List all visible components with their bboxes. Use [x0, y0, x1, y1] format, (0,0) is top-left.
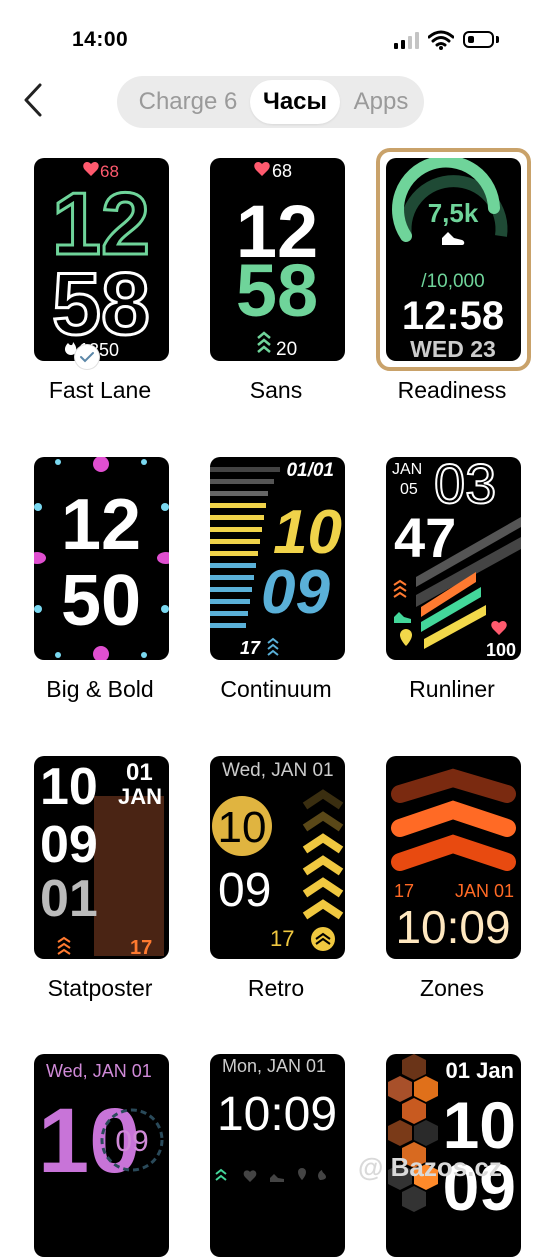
minute: 09	[40, 816, 98, 874]
floors: 17	[130, 937, 152, 959]
floors: 20	[276, 339, 297, 360]
tab-watches[interactable]: Часы	[250, 80, 340, 124]
second: 01	[40, 870, 98, 928]
watermark: @ Bazos.cz	[358, 1152, 502, 1182]
date: Wed, JAN 01	[222, 760, 334, 781]
watchface-name: Retro	[247, 975, 305, 1001]
watchface-preview: 68 12 12 58 58 1350	[34, 158, 169, 361]
heart-icon	[243, 1170, 257, 1182]
minute: 09	[261, 558, 330, 627]
day: 05	[400, 481, 418, 498]
watchface-name: Big & Bold	[46, 676, 154, 702]
floors: 17	[240, 638, 261, 658]
watchface-preview: 12 50	[34, 457, 169, 660]
signal-icon	[394, 31, 420, 49]
watchface-preview: 68 12 58 20	[210, 158, 345, 361]
date: JAN 01	[455, 881, 514, 901]
watchface-preview: Mon, JAN 01 10:09	[210, 1054, 345, 1257]
battery-icon	[463, 31, 494, 48]
back-icon[interactable]	[20, 82, 50, 118]
watchface-preview: 01/01 10 09 17	[210, 457, 345, 660]
tab-charge6[interactable]: Charge 6	[123, 76, 253, 128]
hexagons-decoration	[388, 1054, 438, 1212]
minute: 09	[115, 1125, 148, 1158]
date: 01 Jan	[446, 1058, 515, 1083]
floors-icon	[267, 637, 279, 656]
shoe-icon	[270, 1174, 284, 1182]
minute: 09	[218, 864, 271, 917]
location-icon	[400, 629, 412, 646]
minute: 47	[394, 506, 456, 569]
date: Mon, JAN 01	[222, 1056, 326, 1076]
heart-icon	[491, 620, 507, 635]
minute: 58	[236, 249, 318, 332]
date: Wed, JAN 01	[46, 1061, 152, 1081]
day: 01	[126, 759, 153, 786]
watchface-preview: 17 JAN 01 10:09	[386, 756, 521, 959]
steps: 7,5k	[428, 198, 479, 228]
watchface-preview: Wed, JAN 01 10 09 17	[210, 756, 345, 959]
hour: 10	[273, 498, 342, 567]
time: 10:09	[395, 901, 510, 953]
floors-icon	[393, 579, 407, 598]
month: JAN	[118, 784, 162, 809]
time: 10:09	[217, 1088, 337, 1141]
floors-icon	[57, 936, 71, 955]
floors-icon	[215, 1168, 227, 1181]
wifi-icon	[428, 30, 454, 50]
hour: 12	[61, 485, 141, 565]
watchface-preview: 7,5k /10,000 12:58 WED 23	[386, 158, 521, 361]
goal: /10,000	[421, 271, 484, 292]
watchface-preview: JAN 05 03 47 100	[386, 457, 521, 660]
date: WED 23	[410, 336, 496, 361]
shoe-icon	[442, 232, 465, 245]
month: JAN	[392, 461, 422, 478]
location-icon	[298, 1168, 306, 1180]
tab-bar: Charge 6 Часы Apps	[117, 76, 424, 128]
date: 01/01	[286, 460, 334, 481]
floors-icon	[257, 331, 271, 353]
minute: 50	[61, 561, 141, 641]
hour: 10	[40, 758, 98, 816]
shoe-icon	[394, 612, 411, 623]
floors: 17	[394, 881, 414, 901]
heart-icon	[254, 161, 270, 176]
watchface-name: Fast Lane	[48, 377, 152, 403]
watchface-name: Sans	[249, 377, 303, 403]
hour: 10	[218, 803, 267, 852]
watchface-name: Zones	[420, 975, 484, 1001]
tab-apps[interactable]: Apps	[343, 76, 419, 128]
chevrons-decoration	[391, 768, 516, 871]
watchface-name: Statposter	[47, 975, 153, 1001]
flame-icon	[318, 1170, 326, 1180]
time: 12:58	[402, 294, 504, 338]
battery-cap	[496, 36, 499, 43]
watchface-name: Runliner	[409, 676, 495, 702]
watchface-name: Readiness	[397, 377, 507, 403]
heart-rate: 100	[486, 640, 516, 660]
status-time: 14:00	[72, 28, 129, 51]
chevrons-decoration	[302, 789, 344, 920]
watchface-preview: 10 01 JAN 09 01 17	[34, 756, 169, 959]
watchface-preview: Wed, JAN 01 10 09	[34, 1054, 169, 1257]
min-inner: 58	[52, 254, 150, 353]
heart-rate: 68	[272, 161, 292, 181]
floors: 17	[270, 926, 294, 951]
selected-check-icon	[75, 345, 99, 369]
watchface-name: Continuum	[220, 676, 332, 702]
